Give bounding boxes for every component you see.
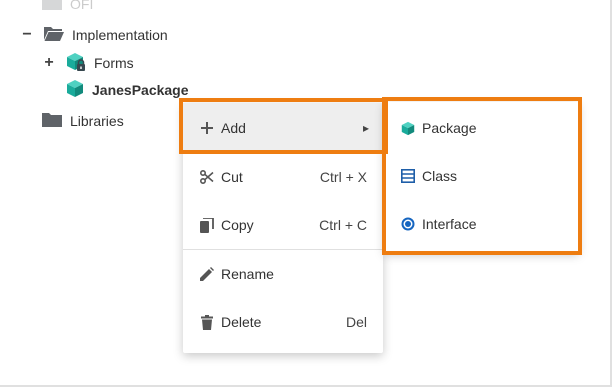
- package-lock-icon: [66, 52, 86, 75]
- collapse-toggle[interactable]: −: [20, 26, 34, 43]
- trash-icon: [199, 314, 215, 330]
- tree-item-label: Implementation: [72, 27, 168, 43]
- menu-item-label: Add: [221, 119, 246, 136]
- tree-item-top-faded[interactable]: OFI: [42, 0, 93, 14]
- context-menu: Add ▸ Cut Ctrl + X Copy Ctrl + C Rename …: [183, 103, 383, 353]
- pencil-icon: [199, 266, 215, 282]
- chevron-right-icon: ▸: [362, 120, 369, 135]
- tree-item-libraries[interactable]: Libraries: [42, 111, 124, 131]
- menu-item-shortcut: Ctrl + C: [319, 217, 367, 233]
- submenu-item-interface[interactable]: Interface: [384, 200, 579, 248]
- menu-item-label: Interface: [422, 216, 477, 232]
- menu-item-add[interactable]: Add ▸: [183, 103, 383, 152]
- menu-item-cut[interactable]: Cut Ctrl + X: [183, 153, 383, 201]
- menu-item-rename[interactable]: Rename: [183, 250, 383, 298]
- tree-item-label: Libraries: [70, 113, 124, 129]
- tree-item-label: Forms: [94, 55, 134, 71]
- menu-item-label: Package: [422, 120, 477, 136]
- folder-icon: [42, 112, 62, 130]
- interface-icon: [400, 216, 416, 232]
- submenu-item-class[interactable]: Class: [384, 152, 579, 200]
- expand-toggle[interactable]: +: [42, 54, 56, 71]
- submenu-item-package[interactable]: Package: [384, 104, 579, 152]
- menu-item-label: Cut: [221, 169, 243, 185]
- menu-item-label: Delete: [221, 314, 262, 330]
- menu-item-delete[interactable]: Delete Del: [183, 298, 383, 346]
- tree-item-janes-package[interactable]: JanesPackage: [66, 80, 189, 100]
- tree-item-forms[interactable]: + Forms: [42, 52, 134, 75]
- plus-icon: [199, 120, 215, 136]
- folder-icon: [42, 0, 62, 13]
- package-icon: [66, 79, 84, 101]
- add-submenu: Package Class Interface: [384, 102, 579, 252]
- copy-icon: [199, 217, 215, 233]
- class-icon: [400, 168, 416, 184]
- tree-item-implementation[interactable]: − Implementation: [20, 25, 168, 45]
- menu-item-label: Class: [422, 168, 458, 184]
- tree-item-label: OFI: [70, 0, 94, 12]
- menu-item-shortcut: Del: [345, 314, 367, 330]
- tree-item-label: JanesPackage: [92, 82, 189, 98]
- folder-open-icon: [44, 26, 64, 44]
- menu-item-label: Rename: [221, 266, 274, 282]
- menu-item-copy[interactable]: Copy Ctrl + C: [183, 201, 383, 249]
- scissors-icon: [199, 169, 215, 185]
- menu-item-label: Copy: [221, 217, 254, 233]
- menu-item-shortcut: Ctrl + X: [319, 169, 367, 185]
- package-icon: [400, 120, 416, 136]
